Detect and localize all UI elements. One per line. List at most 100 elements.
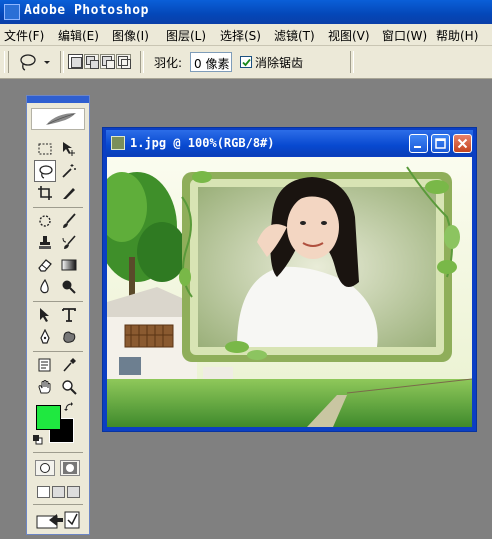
gradient-icon [61, 259, 77, 271]
eraser-tool[interactable] [34, 254, 56, 276]
clone-stamp-icon [39, 236, 51, 249]
menu-layer[interactable]: 图层(L) [166, 27, 206, 44]
menu-filter[interactable]: 滤镜(T) [274, 27, 315, 44]
hand-icon [38, 380, 51, 394]
standard-mode-button[interactable] [35, 460, 55, 476]
close-button[interactable] [453, 134, 472, 153]
magic-wand-icon [62, 164, 76, 178]
options-separator [60, 51, 64, 73]
healing-brush-icon [39, 215, 51, 227]
menu-select[interactable]: 选择(S) [220, 27, 261, 44]
feather-input[interactable]: 0 像素 [190, 52, 232, 72]
eyedropper-icon [63, 358, 76, 372]
tool-preset-picker[interactable] [17, 52, 55, 72]
custom-shape-tool[interactable] [58, 326, 80, 348]
zoom-icon [62, 380, 77, 395]
crop-icon [38, 186, 52, 200]
app-title-bar[interactable]: Adobe Photoshop [0, 0, 492, 24]
document-title: 1.jpg @ 100%(RGB/8#) [130, 136, 275, 150]
move-icon [63, 142, 75, 156]
menu-bar: 文件(F) 编辑(E) 图像(I) 图层(L) 选择(S) 滤镜(T) 视图(V… [0, 24, 492, 46]
pen-tool[interactable] [34, 326, 56, 348]
toolbox-divider [33, 351, 83, 352]
close-icon [457, 138, 468, 149]
gradient-tool[interactable] [58, 254, 80, 276]
brush-icon [63, 213, 76, 228]
options-separator [140, 51, 144, 73]
antialias-checkbox[interactable] [240, 56, 252, 68]
dodge-tool[interactable] [58, 276, 80, 298]
image-canvas[interactable] [107, 157, 472, 427]
subtract-from-selection-button[interactable] [100, 54, 115, 69]
lasso-icon [20, 54, 50, 71]
eyedropper-tool[interactable] [58, 354, 80, 376]
quick-mask-icon [63, 462, 77, 474]
hand-tool[interactable] [34, 376, 56, 398]
quick-mask-button[interactable] [60, 460, 80, 476]
full-screen-mode-button[interactable] [67, 486, 80, 498]
options-grip[interactable] [4, 51, 9, 73]
menu-file[interactable]: 文件(F) [4, 27, 44, 44]
feather-logo-icon [46, 113, 76, 125]
slice-tool[interactable] [58, 182, 80, 204]
type-tool[interactable] [58, 304, 80, 326]
path-selection-tool[interactable] [34, 304, 56, 326]
lasso-tool[interactable] [34, 160, 56, 182]
standard-mode-icon [40, 463, 50, 473]
crop-tool[interactable] [34, 182, 56, 204]
path-selection-icon [40, 308, 49, 322]
menu-view[interactable]: 视图(V) [328, 27, 370, 44]
default-colors-icon[interactable] [33, 434, 43, 445]
photoshop-app-icon[interactable] [4, 4, 20, 20]
new-selection-button[interactable] [68, 54, 83, 69]
history-brush-icon [62, 235, 76, 249]
toolbox-divider [33, 452, 83, 453]
rectangular-marquee-icon [38, 143, 52, 155]
document-window: 1.jpg @ 100%(RGB/8#) [102, 127, 477, 432]
history-brush-tool[interactable] [58, 232, 80, 254]
notes-tool[interactable] [34, 354, 56, 376]
swap-colors-icon[interactable] [64, 402, 75, 413]
blur-icon [40, 279, 49, 294]
healing-brush-tool[interactable] [34, 210, 56, 232]
toolbox-logo[interactable] [31, 108, 85, 130]
menu-window[interactable]: 窗口(W) [382, 27, 427, 44]
intersect-selection-button[interactable] [116, 54, 131, 69]
imageready-icon [36, 511, 80, 529]
menu-image[interactable]: 图像(I) [112, 27, 149, 44]
brush-tool[interactable] [58, 210, 80, 232]
document-title-bar[interactable]: 1.jpg @ 100%(RGB/8#) [106, 130, 473, 156]
eraser-icon [38, 259, 52, 272]
toolbox-title-bar[interactable] [27, 96, 89, 103]
menu-help[interactable]: 帮助(H) [436, 27, 478, 44]
foreground-color-swatch[interactable] [36, 405, 61, 430]
custom-shape-icon [63, 331, 76, 343]
full-screen-menu-mode-button[interactable] [52, 486, 65, 498]
clone-stamp-tool[interactable] [34, 232, 56, 254]
options-separator [350, 51, 354, 73]
minimize-icon [414, 146, 421, 148]
standard-screen-mode-button[interactable] [37, 486, 50, 498]
minimize-button[interactable] [409, 134, 428, 153]
move-tool[interactable] [58, 138, 80, 160]
toolbox-divider [33, 207, 83, 208]
magic-wand-tool[interactable] [58, 160, 80, 182]
maximize-button[interactable] [431, 134, 450, 153]
blur-tool[interactable] [34, 276, 56, 298]
pen-icon [40, 329, 50, 344]
lasso-icon [39, 165, 53, 179]
app-title: Adobe Photoshop [24, 3, 149, 18]
feather-label: 羽化: [154, 56, 183, 70]
marquee-tool[interactable] [34, 138, 56, 160]
add-to-selection-button[interactable] [84, 54, 99, 69]
photo-illustration [107, 157, 472, 427]
toolbox [26, 95, 90, 535]
document-icon[interactable] [111, 136, 125, 150]
dodge-icon [62, 280, 76, 294]
slice-icon [63, 188, 75, 199]
maximize-icon [435, 138, 446, 149]
zoom-tool[interactable] [58, 376, 80, 398]
toolbox-divider [33, 504, 83, 505]
jump-to-imageready-button[interactable] [35, 510, 81, 530]
menu-edit[interactable]: 编辑(E) [58, 27, 99, 44]
